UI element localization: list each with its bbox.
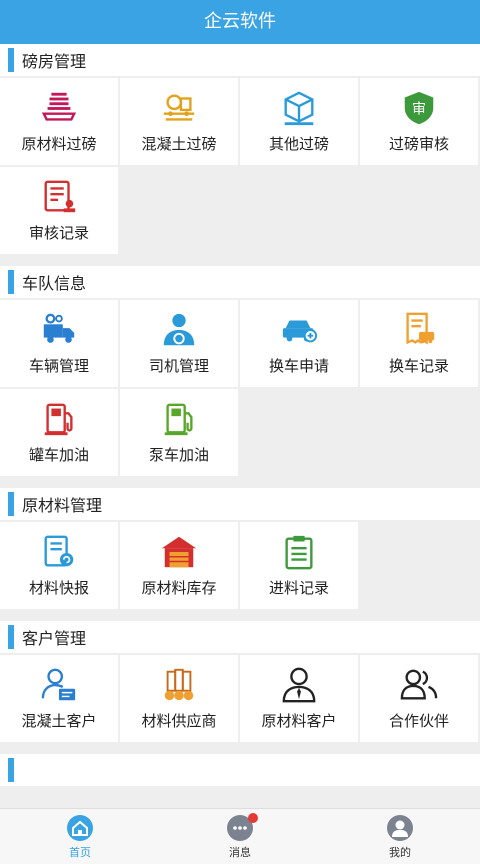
- tab-home[interactable]: 首页: [0, 809, 160, 864]
- menu-raw-material-customers[interactable]: 原材料客户: [240, 655, 358, 742]
- section-title: 磅房管理: [22, 52, 87, 71]
- tab-home-label: 首页: [69, 845, 91, 859]
- driver-icon: [163, 313, 195, 346]
- notification-badge: [248, 813, 258, 823]
- menu-pump-truck-refuel[interactable]: 泵车加油: [120, 389, 238, 476]
- section-accent-bar: [8, 758, 14, 782]
- car-receipt-icon: [406, 312, 435, 345]
- menu-concrete-weighing[interactable]: 混凝土过磅: [120, 78, 238, 165]
- truck-gear-icon: [43, 313, 75, 343]
- section-next-partial: [0, 754, 480, 786]
- menu-tanker-refuel[interactable]: 罐车加油: [0, 389, 118, 476]
- menu-review-records[interactable]: 审核记录: [0, 167, 118, 254]
- section-weighhouse: 磅房管理: [0, 44, 480, 76]
- section-raw-materials: 原材料管理: [0, 488, 480, 520]
- app-title: 企云软件: [204, 11, 276, 32]
- profile-icon: [387, 814, 413, 841]
- menu-other-weighing[interactable]: 其他过磅: [240, 78, 358, 165]
- menu-vehicle-change-request[interactable]: 换车申请: [240, 300, 358, 387]
- section-customers: 客户管理: [0, 621, 480, 653]
- tab-mine-label: 我的: [389, 845, 411, 859]
- menu-material-inventory[interactable]: 原材料库存: [120, 522, 238, 609]
- partners-icon: [400, 669, 438, 700]
- tab-mine[interactable]: 我的: [320, 809, 480, 864]
- section-accent-bar: [8, 492, 14, 516]
- menu-incoming-records[interactable]: 进料记录: [240, 522, 358, 609]
- menu-weighing-review[interactable]: 审 过磅审核: [360, 78, 478, 165]
- svg-text:审: 审: [412, 101, 426, 118]
- section-accent-bar: [8, 48, 14, 72]
- section-accent-bar: [8, 625, 14, 649]
- section-title: 客户管理: [22, 629, 87, 648]
- section-accent-bar: [8, 270, 14, 294]
- app-header: 企云软件: [0, 0, 480, 44]
- car-swap-icon: [282, 320, 318, 343]
- clipboard-icon: [285, 535, 313, 570]
- review-shield-icon: 审: [404, 91, 434, 125]
- package-icon: [284, 91, 314, 126]
- menu-raw-material-weighing[interactable]: 原材料过磅: [0, 78, 118, 165]
- menu-partners[interactable]: 合作伙伴: [360, 655, 478, 742]
- main-content: 磅房管理 原材料过磅 混凝土过磅 其他过磅 审 过磅审核 审核记录 车队信息 车…: [0, 44, 480, 808]
- section-title: 原材料管理: [22, 496, 103, 515]
- supplier-rolls-icon: [164, 668, 194, 701]
- menu-driver-management[interactable]: 司机管理: [120, 300, 238, 387]
- section-fleet: 车队信息: [0, 266, 480, 298]
- bottom-tabbar: 首页 消息 我的: [0, 808, 480, 864]
- scale-stack-icon: [41, 92, 77, 121]
- tab-messages[interactable]: 消息: [160, 809, 320, 864]
- home-icon: [67, 814, 93, 841]
- tab-messages-label: 消息: [229, 845, 251, 859]
- businessman-icon: [282, 667, 316, 703]
- report-recycle-icon: [44, 535, 74, 567]
- mixer-truck-icon: [163, 94, 195, 121]
- menu-concrete-customers[interactable]: 混凝土客户: [0, 655, 118, 742]
- customer-card-icon: [41, 668, 76, 701]
- fuel-pump-icon: [44, 403, 73, 436]
- fuel-pump-icon: [164, 403, 193, 436]
- menu-material-report[interactable]: 材料快报: [0, 522, 118, 609]
- menu-material-suppliers[interactable]: 材料供应商: [120, 655, 238, 742]
- menu-vehicle-change-records[interactable]: 换车记录: [360, 300, 478, 387]
- section-title: 车队信息: [22, 274, 87, 293]
- document-stamp-icon: [44, 180, 76, 213]
- warehouse-icon: [161, 536, 197, 568]
- menu-vehicle-management[interactable]: 车辆管理: [0, 300, 118, 387]
